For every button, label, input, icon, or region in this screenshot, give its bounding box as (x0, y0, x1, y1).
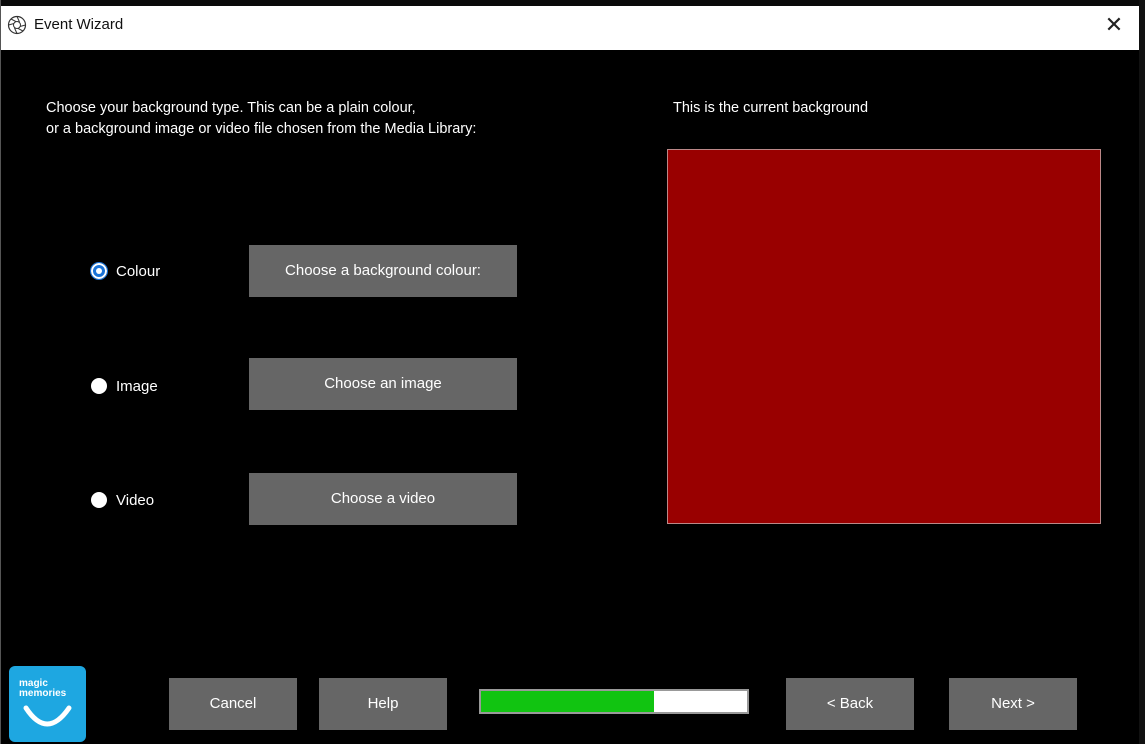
cancel-button[interactable]: Cancel (169, 678, 297, 730)
radio-video-indicator[interactable] (91, 492, 107, 508)
progress-fill (481, 691, 654, 712)
radio-colour[interactable]: Colour (90, 261, 160, 281)
radio-image[interactable]: Image (91, 376, 158, 396)
back-button[interactable]: < Back (786, 678, 914, 730)
window-title: Event Wizard (34, 16, 124, 33)
background-preview (667, 149, 1101, 524)
instructions-line-2: or a background image or video file chos… (46, 121, 477, 137)
close-icon[interactable]: ✕ (1105, 12, 1123, 37)
radio-video-label[interactable]: Video (116, 492, 154, 509)
choose-image-button[interactable]: Choose an image (249, 358, 517, 410)
title-bar: Event Wizard ✕ (1, 0, 1139, 50)
radio-colour-indicator[interactable] (90, 262, 108, 280)
aperture-icon (7, 15, 27, 35)
magic-memories-logo: magic memories (9, 666, 86, 742)
choose-video-button[interactable]: Choose a video (249, 473, 517, 525)
instructions-text: Choose your background type. This can be… (46, 98, 566, 140)
choose-colour-button[interactable]: Choose a background colour: (249, 245, 517, 297)
close-button[interactable]: ✕ (1101, 12, 1127, 38)
radio-image-indicator[interactable] (91, 378, 107, 394)
radio-video[interactable]: Video (91, 490, 154, 510)
radio-image-label[interactable]: Image (116, 378, 158, 395)
smile-icon (23, 705, 72, 727)
radio-colour-label[interactable]: Colour (116, 263, 160, 280)
progress-bar (479, 689, 749, 714)
next-button[interactable]: Next > (949, 678, 1077, 730)
help-button[interactable]: Help (319, 678, 447, 730)
event-wizard-window: Event Wizard ✕ Choose your background ty… (0, 0, 1145, 744)
instructions-line-1: Choose your background type. This can be… (46, 100, 416, 116)
preview-label: This is the current background (673, 100, 869, 116)
